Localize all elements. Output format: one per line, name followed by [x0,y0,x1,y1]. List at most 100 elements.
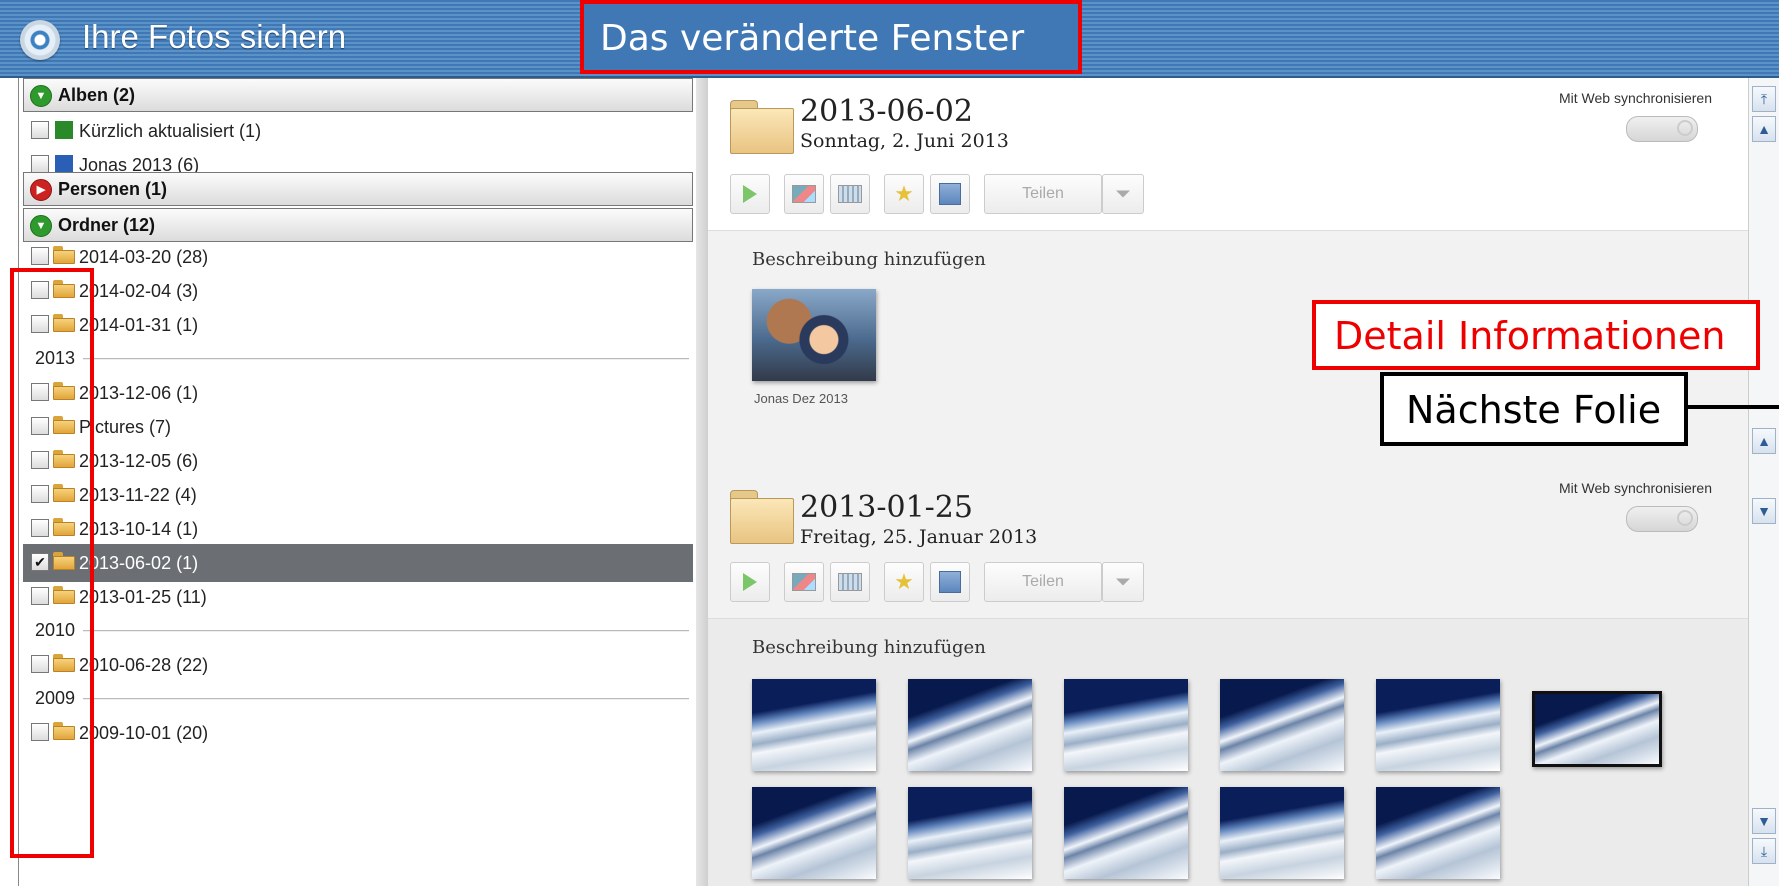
slideshow-button[interactable] [730,562,770,602]
annotation-text: Detail Informationen [1334,314,1726,358]
photo-thumbnail[interactable] [1532,691,1662,767]
folders-header-label: Ordner (12) [58,215,156,235]
folder-label: 2010-06-28 (22) [79,655,209,675]
photo-thumbnail[interactable] [908,679,1032,771]
scroll-down-icon[interactable]: ▼ [1752,498,1776,524]
photo-thumbnail[interactable] [1064,679,1188,771]
event-header: 2013-06-02 Sonntag, 2. Juni 2013 Mit Web… [708,78,1748,230]
folder-item[interactable]: 2009-10-01 (20) [23,714,693,752]
photo-thumbnail[interactable] [752,787,876,879]
scroll-top-button[interactable]: ⤒ [1752,86,1776,112]
share-dropdown[interactable] [1102,174,1144,214]
share-label: Teilen [1022,185,1064,202]
disk-icon [939,571,961,593]
disk-icon [939,183,961,205]
folder-item[interactable]: 2013-11-22 (4) [23,476,693,514]
checkbox[interactable] [31,247,49,265]
sync-label: Mit Web synchronisieren [1558,90,1712,106]
folder-item[interactable]: 2013-12-05 (6) [23,442,693,480]
sync-toggle[interactable] [1626,116,1698,142]
folder-label: 2013-06-02 (1) [79,553,199,573]
star-icon: ★ [894,569,914,594]
event-title: 2013-01-25 [800,490,973,525]
folder-icon [730,490,794,544]
folder-label: 2014-03-20 (28) [79,247,209,267]
sidebar: ▼ Alben (2) Kürzlich aktualisiert (1) Jo… [18,78,699,886]
annotation-connector-line [1688,405,1779,409]
folders-header[interactable]: ▼ Ordner (12) [23,208,693,242]
photo-thumbnail[interactable] [1376,787,1500,879]
panel-splitter[interactable] [696,78,708,886]
photo-thumbnail[interactable] [1064,787,1188,879]
folder-label: 2009-10-01 (20) [79,723,209,743]
event-header: 2013-01-25 Freitag, 25. Januar 2013 Mit … [708,468,1748,620]
persons-header-label: Personen (1) [58,179,168,199]
album-label: Kürzlich aktualisiert (1) [79,121,262,141]
description-field[interactable]: Beschreibung hinzufügen [752,249,986,270]
disc-icon [20,20,60,60]
annotation-text: Das veränderte Fenster [600,18,1025,59]
chevron-down-icon [1116,578,1130,586]
favorite-button[interactable]: ★ [884,562,924,602]
folder-label: 2013-12-05 (6) [79,451,199,471]
photo-thumbnail[interactable] [1220,679,1344,771]
photo-thumbnail[interactable] [752,679,876,771]
folder-item[interactable]: 2013-10-14 (1) [23,510,693,548]
description-field[interactable]: Beschreibung hinzufügen [752,637,986,658]
photo-thumbnail[interactable] [752,289,876,381]
folder-item[interactable]: 2014-01-31 (1) [23,306,693,344]
share-button[interactable]: Teilen [984,562,1102,602]
folder-item[interactable]: Pictures (7) [23,408,693,446]
event-date: Sonntag, 2. Juni 2013 [800,130,1009,152]
checkbox[interactable] [31,155,49,173]
collage-icon [838,573,862,591]
annotation-changed-window: Das veränderte Fenster [580,0,1082,74]
event-title: 2013-06-02 [800,94,973,129]
sync-toggle[interactable] [1626,506,1698,532]
checkbox[interactable] [31,121,49,139]
folder-item-selected[interactable]: ✔ 2013-06-02 (1) [23,544,693,582]
scroll-down-icon[interactable]: ▼ [1752,808,1776,834]
folder-item[interactable]: 2013-01-25 (11) [23,578,693,616]
blue-album-icon [55,155,73,173]
chevron-down-icon [1116,190,1130,198]
photo-caption: Jonas Dez 2013 [754,391,848,406]
event-date: Freitag, 25. Januar 2013 [800,526,1038,548]
event-body: Beschreibung hinzufügen [708,618,1748,886]
year-separator: 2010 [23,612,693,650]
add-photos-button[interactable] [784,562,824,602]
photo-thumbnail[interactable] [908,787,1032,879]
folder-label: 2013-11-22 (4) [79,485,197,505]
slideshow-button[interactable] [730,174,770,214]
share-dropdown[interactable] [1102,562,1144,602]
favorite-button[interactable]: ★ [884,174,924,214]
folder-label: 2013-01-25 (11) [79,587,207,607]
scroll-bottom-button[interactable]: ⤓ [1752,838,1776,864]
albums-header[interactable]: ▼ Alben (2) [23,78,693,112]
save-button[interactable] [930,174,970,214]
annotation-next-slide: Nächste Folie [1380,372,1688,446]
annotation-detail-info: Detail Informationen [1312,300,1760,370]
albums-header-label: Alben (2) [58,85,136,105]
photo-thumbnail[interactable] [1220,787,1344,879]
collapsed-icon: ▶ [30,179,52,201]
persons-header[interactable]: ▶ Personen (1) [23,172,693,206]
photo-thumbnail[interactable] [1376,679,1500,771]
event-view: 2013-06-02 Sonntag, 2. Juni 2013 Mit Web… [708,78,1748,886]
add-photos-button[interactable] [784,174,824,214]
annotation-text: Nächste Folie [1406,388,1662,432]
collage-button[interactable] [830,562,870,602]
scroll-up-icon[interactable]: ▲ [1752,116,1776,142]
folder-item[interactable]: 2010-06-28 (22) [23,646,693,684]
folder-icon [730,100,794,154]
folder-item[interactable]: 2014-02-04 (3) [23,272,693,310]
album-item[interactable]: Kürzlich aktualisiert (1) [23,112,693,150]
folder-item[interactable]: 2014-03-20 (28) [23,238,693,276]
folder-item[interactable]: 2013-12-06 (1) [23,374,693,412]
folder-label: 2013-12-06 (1) [79,383,199,403]
vertical-scrollbar[interactable]: ⤒ ▲ ▲ ▼ ▼ ⤓ [1748,78,1779,886]
collage-button[interactable] [830,174,870,214]
share-button[interactable]: Teilen [984,174,1102,214]
scroll-up-icon[interactable]: ▲ [1752,428,1776,454]
save-button[interactable] [930,562,970,602]
